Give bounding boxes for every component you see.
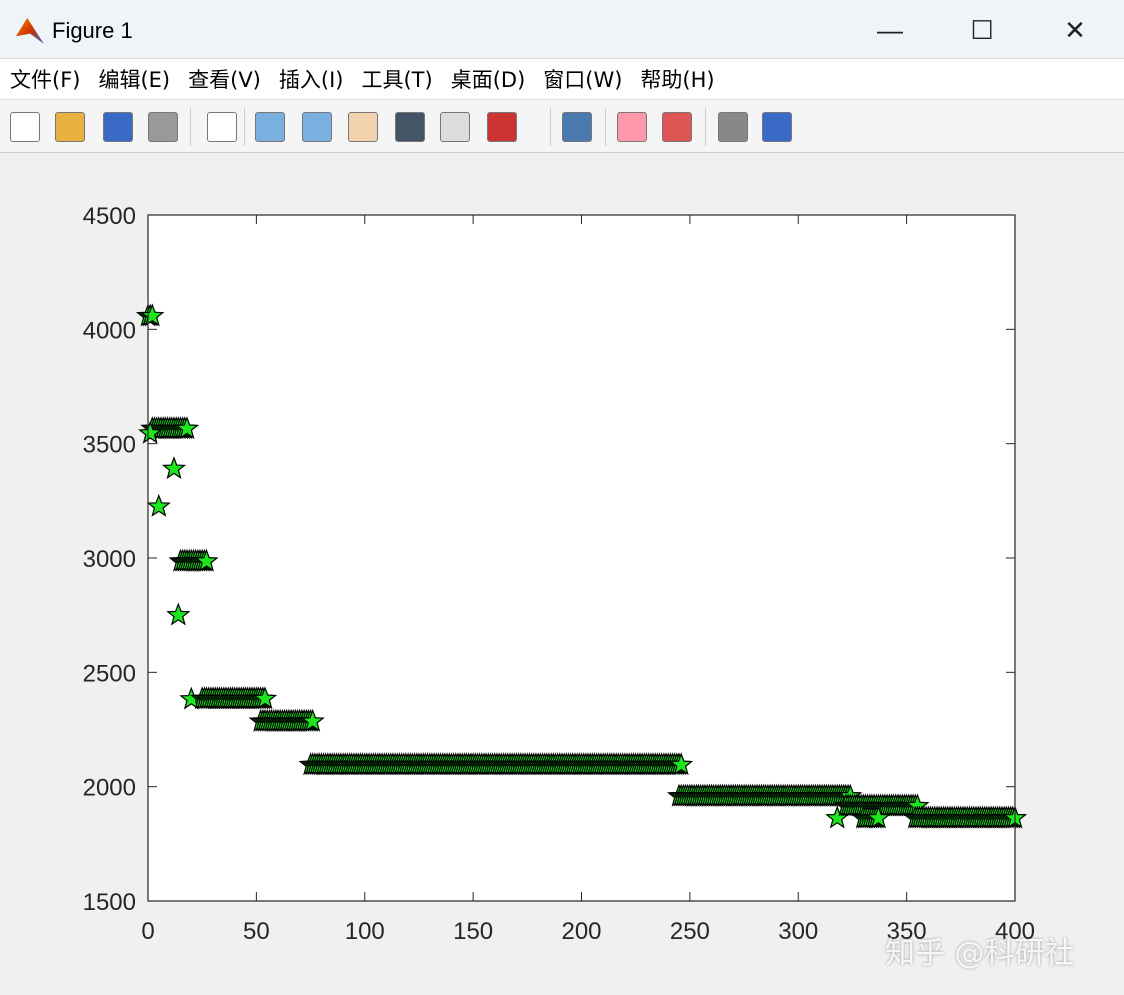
- zoom-in-icon[interactable]: [255, 112, 285, 142]
- menu-bar: 文件(F) 编辑(E) 查看(V) 插入(I) 工具(T) 桌面(D) 窗口(W…: [0, 59, 1124, 100]
- plot-area: 0 50 100 150 200 250 300 350 4001500200025003000…: [83, 203, 1035, 945]
- data-cursor-icon[interactable]: [440, 112, 470, 142]
- legend-icon[interactable]: [662, 112, 692, 142]
- hide-plot-tools-icon[interactable]: [718, 112, 748, 142]
- toolbar-separator: [244, 108, 245, 146]
- x-tick-label: 200: [561, 918, 601, 945]
- y-tick-label: 2500: [83, 660, 136, 687]
- show-plot-tools-icon[interactable]: [762, 112, 792, 142]
- menu-insert[interactable]: 插入(I): [279, 64, 344, 94]
- matlab-icon: [16, 18, 44, 44]
- toolbar: [0, 100, 1124, 153]
- save-icon[interactable]: [103, 112, 133, 142]
- pan-icon[interactable]: [348, 112, 378, 142]
- link-icon[interactable]: [562, 112, 592, 142]
- maximize-button[interactable]: ☐: [957, 10, 1007, 50]
- new-file-icon[interactable]: [10, 112, 40, 142]
- x-tick-label: 50: [243, 918, 270, 945]
- menu-tools[interactable]: 工具(T): [361, 64, 432, 94]
- y-tick-label: 4000: [83, 317, 136, 344]
- menu-help[interactable]: 帮助(H): [640, 64, 714, 94]
- menu-window[interactable]: 窗口(W): [543, 64, 622, 94]
- y-tick-label: 3000: [83, 546, 136, 573]
- y-tick-label: 3500: [83, 432, 136, 459]
- zoom-out-icon[interactable]: [302, 112, 332, 142]
- minimize-button[interactable]: —: [865, 10, 915, 50]
- y-tick-label: 4500: [83, 203, 136, 230]
- x-tick-label: 0: [141, 918, 154, 945]
- brush-icon[interactable]: [487, 112, 517, 142]
- watermark: 知乎 @科研社: [885, 936, 1075, 971]
- menu-file[interactable]: 文件(F): [10, 64, 80, 94]
- x-tick-label: 100: [345, 918, 385, 945]
- window-title: Figure 1: [52, 18, 133, 43]
- menu-edit[interactable]: 编辑(E): [98, 64, 170, 94]
- select-icon[interactable]: [207, 112, 237, 142]
- colorbar-icon[interactable]: [617, 112, 647, 142]
- y-tick-label: 1500: [83, 889, 136, 916]
- x-tick-label: 150: [453, 918, 493, 945]
- toolbar-separator: [705, 108, 706, 146]
- menu-view[interactable]: 查看(V): [188, 64, 261, 94]
- toolbar-separator: [605, 108, 606, 146]
- toolbar-separator: [550, 108, 551, 146]
- open-icon[interactable]: [55, 112, 85, 142]
- close-button[interactable]: ✕: [1050, 10, 1100, 50]
- title-bar: Figure 1 — ☐ ✕: [0, 0, 1124, 59]
- rotate-icon[interactable]: [395, 112, 425, 142]
- y-tick-label: 2000: [83, 775, 136, 802]
- print-icon[interactable]: [148, 112, 178, 142]
- toolbar-separator: [190, 108, 191, 146]
- x-tick-label: 250: [670, 918, 710, 945]
- menu-desktop[interactable]: 桌面(D): [451, 64, 526, 94]
- x-tick-label: 300: [778, 918, 818, 945]
